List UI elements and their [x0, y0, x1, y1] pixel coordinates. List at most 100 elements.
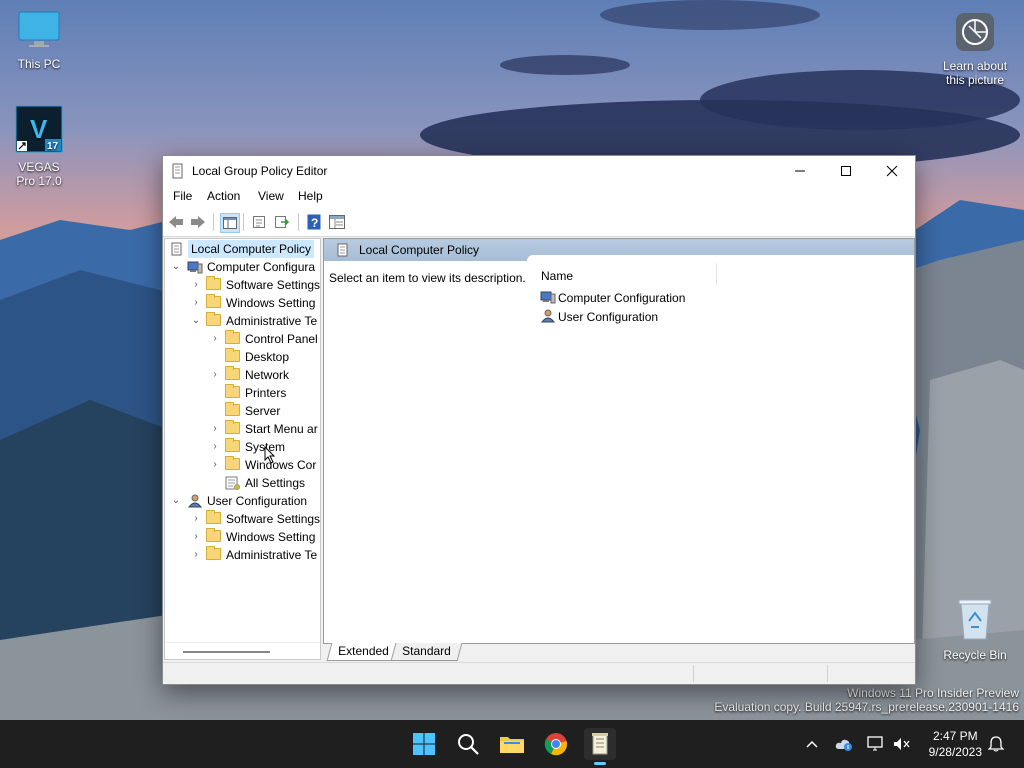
folder-icon [206, 510, 221, 525]
network-monitor-icon [867, 736, 883, 751]
menu-view[interactable]: View [258, 189, 284, 203]
menu-file[interactable]: File [173, 189, 192, 203]
desktop-icon-vegas-pro[interactable]: V 17 VEGAS Pro 17.0 [3, 105, 75, 188]
column-header-name[interactable]: Name [541, 269, 573, 283]
chevron-up-icon [806, 740, 818, 748]
status-bar [163, 662, 915, 684]
folder-icon [500, 737, 524, 753]
export-list-icon [275, 216, 290, 228]
show-hide-tree-icon [223, 217, 237, 229]
chrome-icon [544, 733, 567, 756]
computer-icon [187, 260, 203, 274]
forward-button[interactable] [189, 213, 207, 231]
chevron-right-icon[interactable]: › [191, 510, 201, 528]
chevron-down-icon[interactable]: ⌄ [171, 258, 181, 276]
settings-list-icon [225, 476, 240, 490]
speaker-muted-icon [894, 738, 910, 750]
recycle-bin-icon [938, 597, 1012, 644]
desktop-icon-this-pc[interactable]: This PC [3, 10, 75, 71]
chevron-down-icon[interactable]: ⌄ [191, 312, 201, 330]
console-tree[interactable]: Local Computer Policy ⌄ Computer Configu… [164, 238, 321, 660]
chrome-button[interactable] [540, 728, 572, 760]
notifications-button[interactable] [986, 734, 1006, 754]
chevron-right-icon[interactable]: › [210, 330, 220, 348]
chevron-right-icon[interactable]: › [191, 528, 201, 546]
desktop-icon-learn-about-picture[interactable]: Learn about this picture [938, 12, 1012, 87]
tree-horizontal-scrollbar[interactable] [165, 642, 320, 659]
show-hide-tree-button[interactable] [220, 213, 240, 233]
folder-icon [225, 384, 240, 399]
vegas-pro-icon: V 17 [3, 105, 75, 156]
maximize-button[interactable] [823, 156, 869, 186]
minimize-icon [795, 170, 805, 172]
back-button[interactable] [167, 213, 185, 231]
chevron-right-icon[interactable]: › [191, 546, 201, 564]
cloud-info-icon [835, 739, 852, 751]
folder-icon [206, 312, 221, 327]
menu-help[interactable]: Help [298, 189, 323, 203]
file-explorer-button[interactable] [496, 728, 528, 760]
start-button[interactable] [408, 728, 440, 760]
help-icon: ? [307, 214, 321, 230]
search-icon [458, 734, 479, 755]
back-arrow-icon [169, 216, 183, 228]
extended-view-icon [329, 215, 345, 229]
folder-icon [225, 438, 240, 453]
chevron-right-icon[interactable]: › [191, 276, 201, 294]
help-button[interactable]: ? [305, 213, 323, 231]
close-icon [886, 165, 898, 177]
search-button[interactable] [452, 728, 484, 760]
chevron-right-icon[interactable]: › [191, 294, 201, 312]
mouse-pointer-icon [264, 446, 276, 464]
chevron-right-icon[interactable]: › [210, 456, 220, 474]
group-policy-editor-taskbar-button[interactable] [584, 728, 616, 765]
taskbar-clock[interactable]: 2:47 PM 9/28/2023 [929, 728, 982, 760]
menu-bar: File Action View Help [163, 186, 915, 208]
forward-arrow-icon [191, 216, 205, 228]
chevron-right-icon[interactable]: › [210, 438, 220, 456]
chevron-down-icon[interactable]: ⌄ [171, 492, 181, 510]
chevron-right-icon[interactable]: › [210, 366, 220, 384]
desktop-icon-label: This PC [17, 57, 61, 71]
view-tabs: Extended Standard [323, 642, 913, 662]
folder-icon [225, 348, 240, 363]
build-watermark: Windows 11 Pro Insider Preview Evaluatio… [714, 686, 1019, 714]
minimize-button[interactable] [777, 156, 823, 186]
folder-icon [225, 420, 240, 435]
volume-button[interactable] [892, 734, 912, 754]
bell-icon [988, 736, 1004, 752]
desktop-icon-label: Learn about this picture [942, 59, 1008, 87]
policy-document-icon [171, 163, 185, 182]
show-hidden-icons-button[interactable] [802, 734, 822, 754]
tree-item-local-computer-policy[interactable]: Local Computer Policy [165, 240, 318, 258]
camera-lens-icon [938, 12, 1012, 55]
extended-view-button[interactable] [328, 213, 346, 231]
desktop-icon-recycle-bin[interactable]: Recycle Bin [938, 597, 1012, 662]
svg-text:17: 17 [47, 141, 59, 152]
menu-action[interactable]: Action [207, 189, 240, 203]
onedrive-button[interactable] [834, 734, 854, 754]
title-bar[interactable]: Local Group Policy Editor [163, 156, 915, 186]
properties-button[interactable] [250, 213, 268, 231]
tab-standard[interactable]: Standard [390, 643, 463, 661]
windows-logo-icon [413, 733, 435, 755]
policy-document-icon [170, 242, 185, 256]
properties-icon [253, 216, 265, 228]
chevron-right-icon[interactable]: › [210, 420, 220, 438]
monitor-icon [3, 10, 75, 53]
close-button[interactable] [869, 156, 915, 186]
svg-text:?: ? [311, 216, 318, 230]
folder-icon [225, 366, 240, 381]
folder-icon [206, 528, 221, 543]
maximize-icon [841, 166, 851, 176]
group-policy-editor-window: Local Group Policy Editor File Action Vi… [162, 155, 916, 685]
network-button[interactable] [866, 734, 886, 754]
items-list[interactable]: Name Computer Configuration User Configu… [527, 255, 914, 643]
folder-icon [206, 546, 221, 561]
folder-icon [225, 330, 240, 345]
export-list-button[interactable] [273, 213, 291, 231]
scrollbar-thumb[interactable] [183, 651, 270, 653]
folder-icon [206, 294, 221, 309]
tab-extended[interactable]: Extended [326, 643, 401, 661]
toolbar: ? [163, 208, 915, 237]
